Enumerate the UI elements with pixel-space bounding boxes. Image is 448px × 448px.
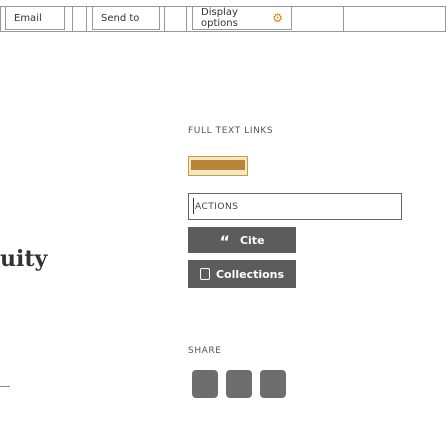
send-to-button[interactable]: Send to bbox=[92, 6, 160, 30]
cite-button-label: Cite bbox=[239, 233, 265, 247]
display-options-button[interactable]: Display options ⚙ bbox=[192, 6, 292, 30]
toolbar-divider bbox=[164, 6, 165, 32]
share-icon-3[interactable] bbox=[260, 370, 286, 398]
logo-stripe bbox=[191, 160, 245, 170]
actions-heading: ACTIONS bbox=[188, 193, 402, 220]
share-heading: SHARE bbox=[188, 346, 222, 356]
cite-button[interactable]: “ Cite bbox=[188, 227, 296, 253]
email-button[interactable]: Email bbox=[5, 6, 65, 30]
full-text-links-heading: FULL TEXT LINKS bbox=[188, 126, 274, 136]
gear-icon: ⚙ bbox=[272, 11, 283, 25]
quote-icon: “ bbox=[219, 232, 230, 251]
toolbar-divider bbox=[86, 6, 87, 32]
share-icon-2[interactable] bbox=[226, 370, 252, 398]
bookmark-icon bbox=[199, 268, 210, 280]
share-icon-1[interactable] bbox=[192, 370, 218, 398]
text-cursor bbox=[193, 198, 194, 214]
toolbar-divider bbox=[186, 6, 187, 32]
email-button-label: Email bbox=[14, 12, 42, 24]
top-toolbar: Email Send to Display options ⚙ bbox=[0, 0, 448, 40]
article-title-fragment: uity bbox=[0, 246, 48, 272]
toolbar-divider bbox=[72, 6, 73, 32]
publisher-logo-icon[interactable] bbox=[188, 156, 248, 176]
collections-button[interactable]: Collections bbox=[188, 260, 296, 288]
display-options-label: Display options bbox=[201, 7, 238, 29]
divider-tick bbox=[0, 386, 10, 387]
toolbar-divider bbox=[343, 6, 344, 32]
collections-button-label: Collections bbox=[215, 267, 285, 281]
send-to-button-label: Send to bbox=[101, 12, 140, 24]
actions-label: ACTIONS bbox=[195, 201, 239, 212]
